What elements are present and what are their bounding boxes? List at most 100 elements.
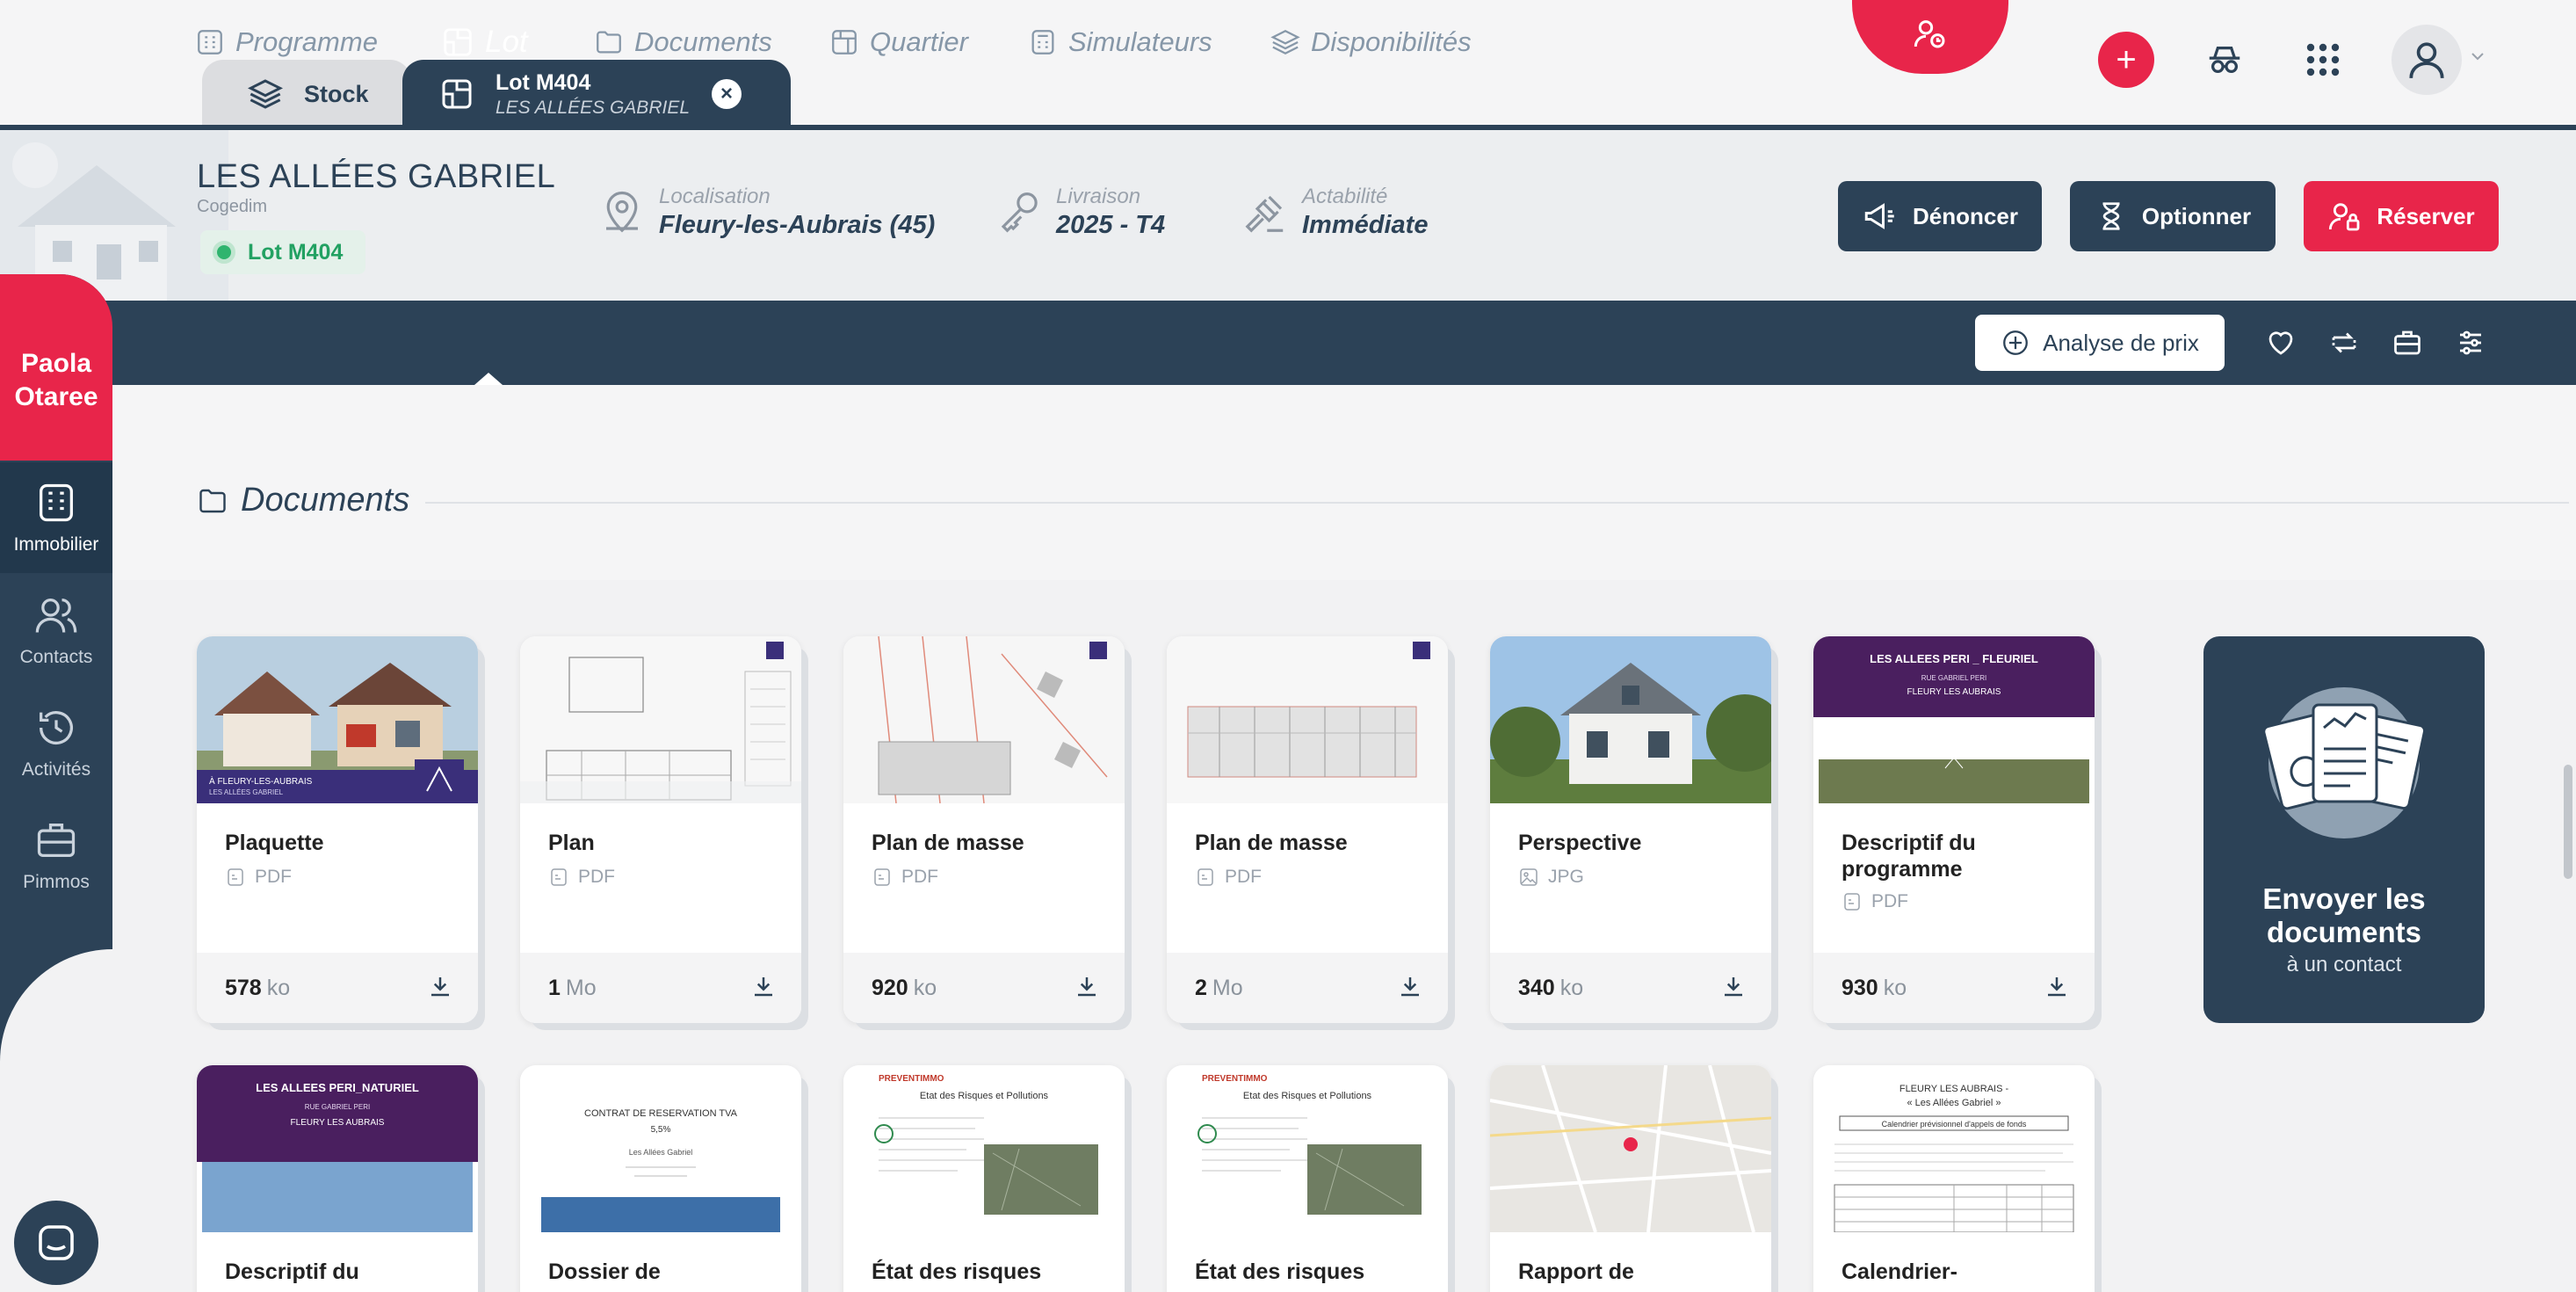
lot-status-badge: Lot M404 — [200, 230, 366, 274]
download-icon[interactable] — [1397, 973, 1423, 1004]
chat-icon — [39, 1225, 74, 1260]
user-panel[interactable]: Paola Otaree — [0, 274, 112, 461]
document-card-descriptif-programme[interactable]: LES ALLEES PERI _ FLEURIEL RUE GABRIEL P… — [1813, 636, 2095, 1023]
document-card-etat-risques-1[interactable]: PREVENTIMMO Etat des Risques et Pollutio… — [843, 1065, 1125, 1292]
analyse-prix-button[interactable]: Analyse de prix — [1975, 315, 2225, 371]
document-name: Plan — [548, 831, 595, 855]
document-type: JPG — [1518, 867, 1584, 888]
nav-lot[interactable]: Lot — [441, 25, 528, 60]
close-tab-icon[interactable]: × — [712, 79, 742, 109]
plaquette-thumb-line2: LES ALLÉES GABRIEL — [209, 788, 284, 796]
document-card-perspective[interactable]: Perspective JPG 340 ko — [1490, 636, 1771, 1023]
optionner-button[interactable]: Optionner — [2070, 181, 2276, 251]
document-type-label: PDF — [901, 867, 938, 887]
livraison-label: Livraison — [1056, 185, 1141, 208]
nav-disponibilites-label: Disponibilités — [1311, 26, 1472, 57]
document-type: PDF — [1195, 867, 1262, 888]
document-card-descriptif-naturiel[interactable]: LES ALLEES PERI_NATURIEL RUE GABRIEL PER… — [197, 1065, 478, 1292]
document-name: Descriptif du — [225, 1259, 359, 1284]
document-card-plan-de-masse-1[interactable]: Plan de masse PDF 920 ko — [843, 636, 1125, 1023]
megaphone-icon — [1864, 203, 1894, 229]
document-thumbnail — [1490, 636, 1771, 803]
user-first-name: Paola — [20, 349, 92, 378]
sidebar-item-activites[interactable]: Activités — [0, 687, 112, 798]
meta-actabilite: Actabilité Immédiate — [1239, 185, 1428, 240]
chevron-down-icon[interactable] — [2467, 46, 2493, 72]
document-type-label: JPG — [1548, 867, 1584, 887]
risques2-thumb-brand: PREVENTIMMO — [1202, 1074, 1268, 1084]
nav-disponibilites[interactable]: Disponibilités — [1270, 26, 1472, 58]
file-size-value: 920 — [872, 975, 908, 1000]
tab-lot[interactable]: Lot M404 LES ALLÉES GABRIEL × — [402, 60, 791, 128]
document-type-label: PDF — [578, 867, 615, 887]
localisation-value: Fleury-les-Aubrais (45) — [659, 211, 936, 239]
pdf-file-icon — [1198, 868, 1213, 886]
file-size: 578 ko — [225, 976, 290, 1001]
denoncer-label: Dénoncer — [1913, 202, 2018, 229]
compare-icon[interactable] — [2325, 323, 2363, 362]
avatar[interactable] — [2391, 25, 2462, 95]
lot-badge-label: Lot M404 — [248, 239, 344, 265]
add-button[interactable]: + — [2098, 32, 2154, 88]
send-documents-title: Envoyer les documents — [2262, 882, 2426, 948]
sidebar-item-label: Immobilier — [13, 534, 99, 555]
document-name: Calendrier- — [1842, 1259, 1957, 1284]
document-thumbnail — [843, 636, 1125, 803]
scrollbar-thumb[interactable] — [2564, 765, 2572, 879]
nav-simulateurs[interactable]: Simulateurs — [1028, 26, 1212, 58]
download-icon[interactable] — [750, 973, 777, 1004]
document-card-plan[interactable]: Plan PDF 1 Mo — [520, 636, 801, 1023]
send-documents-card[interactable]: Envoyer les documents à un contact — [2203, 636, 2485, 1023]
nav-quartier-label: Quartier — [870, 26, 968, 57]
reserver-button[interactable]: Réserver — [2304, 181, 2499, 251]
document-thumbnail: PREVENTIMMO Etat des Risques et Pollutio… — [1167, 1065, 1448, 1232]
download-icon[interactable] — [1720, 973, 1747, 1004]
pdf-file-icon — [228, 868, 243, 886]
document-card-footer: 2 Mo — [1167, 953, 1448, 1023]
document-type: PDF — [872, 867, 938, 888]
document-name: Plaquette — [225, 831, 324, 855]
denoncer-button[interactable]: Dénoncer — [1838, 181, 2042, 251]
file-size: 930 ko — [1842, 976, 1907, 1001]
floorplan-icon — [438, 75, 476, 113]
developer-name: Cogedim — [197, 197, 268, 216]
sidebar-item-contacts[interactable]: Contacts — [0, 575, 112, 686]
document-card-calendrier[interactable]: FLEURY LES AUBRAIS - « Les Allées Gabrie… — [1813, 1065, 2095, 1292]
document-card-dossier[interactable]: CONTRAT DE RESERVATION TVA 5,5% Les Allé… — [520, 1065, 801, 1292]
download-icon[interactable] — [2044, 973, 2070, 1004]
send-documents-subtitle: à un contact — [2286, 953, 2402, 976]
plaquette-thumb-line1: À FLEURY-LES-AUBRAIS — [209, 775, 313, 787]
calendrier-thumb-line2: « Les Allées Gabriel » — [1907, 1098, 2001, 1108]
filter-icon[interactable] — [2451, 323, 2490, 362]
chat-button[interactable] — [14, 1201, 98, 1285]
file-size: 1 Mo — [548, 976, 597, 1001]
download-icon[interactable] — [427, 973, 453, 1004]
user-lock-icon — [2329, 203, 2360, 231]
document-type: PDF — [1842, 891, 1908, 912]
file-size-unit: Mo — [1212, 975, 1243, 1000]
document-card-plan-de-masse-2[interactable]: Plan de masse PDF 2 Mo — [1167, 636, 1448, 1023]
sidebar-item-immobilier[interactable]: Immobilier — [0, 462, 112, 573]
document-card-etat-risques-2[interactable]: PREVENTIMMO Etat des Risques et Pollutio… — [1167, 1065, 1448, 1292]
document-type-label: PDF — [1225, 867, 1262, 887]
apps-grid-icon[interactable] — [2298, 35, 2348, 84]
briefcase-icon[interactable] — [2388, 323, 2427, 362]
document-type-label: PDF — [1871, 891, 1908, 911]
calendrier-thumb-line1: FLEURY LES AUBRAIS - — [1899, 1084, 2009, 1094]
document-name: Plan de masse — [872, 831, 1024, 855]
nav-quartier[interactable]: Quartier — [829, 26, 968, 58]
nav-simulateurs-label: Simulateurs — [1068, 26, 1212, 57]
document-type: PDF — [225, 867, 292, 888]
sidebar-item-pimmos[interactable]: Pimmos — [0, 800, 112, 911]
tab-lot-subtitle: LES ALLÉES GABRIEL — [496, 97, 691, 118]
nav-programme[interactable]: Programme — [195, 26, 378, 58]
tab-stock[interactable]: Stock — [202, 60, 411, 128]
incognito-icon[interactable] — [2200, 35, 2249, 84]
download-icon[interactable] — [1074, 973, 1100, 1004]
user-last-name: Otaree — [14, 382, 98, 411]
nav-documents[interactable]: Documents — [594, 26, 772, 58]
heart-icon[interactable] — [2261, 323, 2300, 362]
document-card-plaquette[interactable]: À FLEURY-LES-AUBRAIS LES ALLÉES GABRIEL … — [197, 636, 478, 1023]
document-card-rapport[interactable]: Rapport de — [1490, 1065, 1771, 1292]
descriptif2-thumb-line3: FLEURY LES AUBRAIS — [291, 1118, 385, 1128]
